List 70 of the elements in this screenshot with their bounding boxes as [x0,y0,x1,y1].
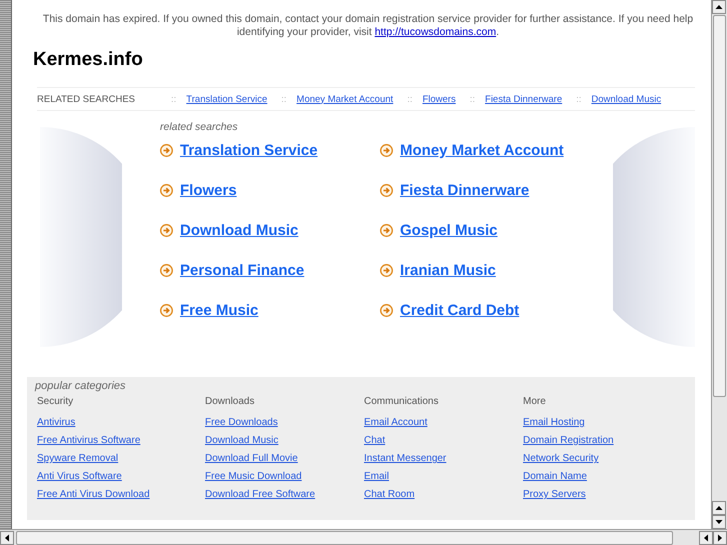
scroll-thumb[interactable] [16,530,673,544]
category-link[interactable]: Instant Messenger [364,453,446,464]
scroll-up-icon[interactable] [712,0,726,14]
horizontal-scrollbar[interactable] [0,529,727,545]
arrow-icon [380,224,393,237]
related-searches-label: RELATED SEARCHES [37,94,136,104]
category-link[interactable]: Chat Room [364,489,415,500]
arrow-icon [160,144,173,157]
category-link[interactable]: Free Antivirus Software [37,435,140,446]
popular-categories-heading: popular categories [35,380,127,392]
provider-link[interactable]: http://tucowsdomains.com [374,26,496,38]
category-link[interactable]: Email Account [364,417,428,428]
search-link[interactable]: Flowers [180,182,237,199]
scroll-down-icon[interactable] [712,515,726,529]
category-link[interactable]: Download Full Movie [205,453,298,464]
category-title: Downloads [205,396,256,407]
separator: :: [171,94,176,104]
category-link[interactable]: Chat [364,435,386,446]
vertical-scrollbar[interactable] [711,0,727,529]
search-link[interactable]: Money Market Account [400,142,564,159]
category-link[interactable]: Download Free Software [205,489,316,500]
arrow-icon [160,264,173,277]
search-link[interactable]: Personal Finance [180,262,304,279]
arrow-icon [380,304,393,317]
separator: :: [281,94,287,104]
search-link[interactable]: Translation Service [180,142,318,159]
category-link[interactable]: Spyware Removal [37,453,118,464]
scroll-thumb[interactable] [713,15,726,397]
category-link[interactable]: Email [364,471,390,482]
related-link[interactable]: Translation Service [186,94,268,104]
related-link[interactable]: Money Market Account [296,94,394,104]
expired-notice: This domain has expired. If you owned this domain, contact your domain registration service provider for further assistance. If you need help identifying your provider, visit http://tucowsdomains.com. [42,13,694,39]
category-link[interactable]: Email Hosting [523,417,585,428]
category-title: Security [37,396,74,407]
search-link[interactable]: Iranian Music [400,262,496,279]
site-title: Kermes.info [33,49,144,71]
category-link[interactable]: Network Security [523,453,599,464]
category-link[interactable]: Domain Registration [523,435,614,446]
category-link[interactable]: Anti Virus Software [37,471,122,482]
search-link[interactable]: Gospel Music [400,222,498,239]
category-link[interactable]: Free Anti Virus Download [37,489,150,500]
search-link[interactable]: Download Music [180,222,298,239]
search-link[interactable]: Credit Card Debt [400,302,520,319]
related-link[interactable]: Fiesta Dinnerware [485,94,562,104]
separator: :: [407,94,412,104]
search-link[interactable]: Free Music [180,302,258,319]
related-link[interactable]: Flowers [422,94,456,104]
separator: :: [470,94,476,104]
scroll-up-icon[interactable] [712,501,726,515]
category-link[interactable]: Download Music [205,435,278,446]
scroll-right-icon[interactable] [713,530,727,544]
related-link[interactable]: Download Music [591,94,662,104]
arrow-icon [160,304,173,317]
scroll-left-icon[interactable] [699,530,713,544]
arrow-icon [380,264,393,277]
search-link[interactable]: Fiesta Dinnerware [400,182,530,199]
category-link[interactable]: Free Downloads [205,417,278,428]
arrow-icon [380,184,393,197]
category-link[interactable]: Antivirus [37,417,76,428]
related-searches-heading: related searches [160,121,239,133]
scroll-left-icon[interactable] [0,530,14,544]
arrow-icon [160,184,173,197]
arrow-icon [160,224,173,237]
separator: :: [576,94,582,104]
category-link[interactable]: Proxy Servers [523,489,586,500]
category-title: More [523,396,547,407]
category-link[interactable]: Free Music Download [205,471,302,482]
category-link[interactable]: Domain Name [523,471,587,482]
arrow-icon [380,144,393,157]
category-title: Communications [364,396,440,407]
